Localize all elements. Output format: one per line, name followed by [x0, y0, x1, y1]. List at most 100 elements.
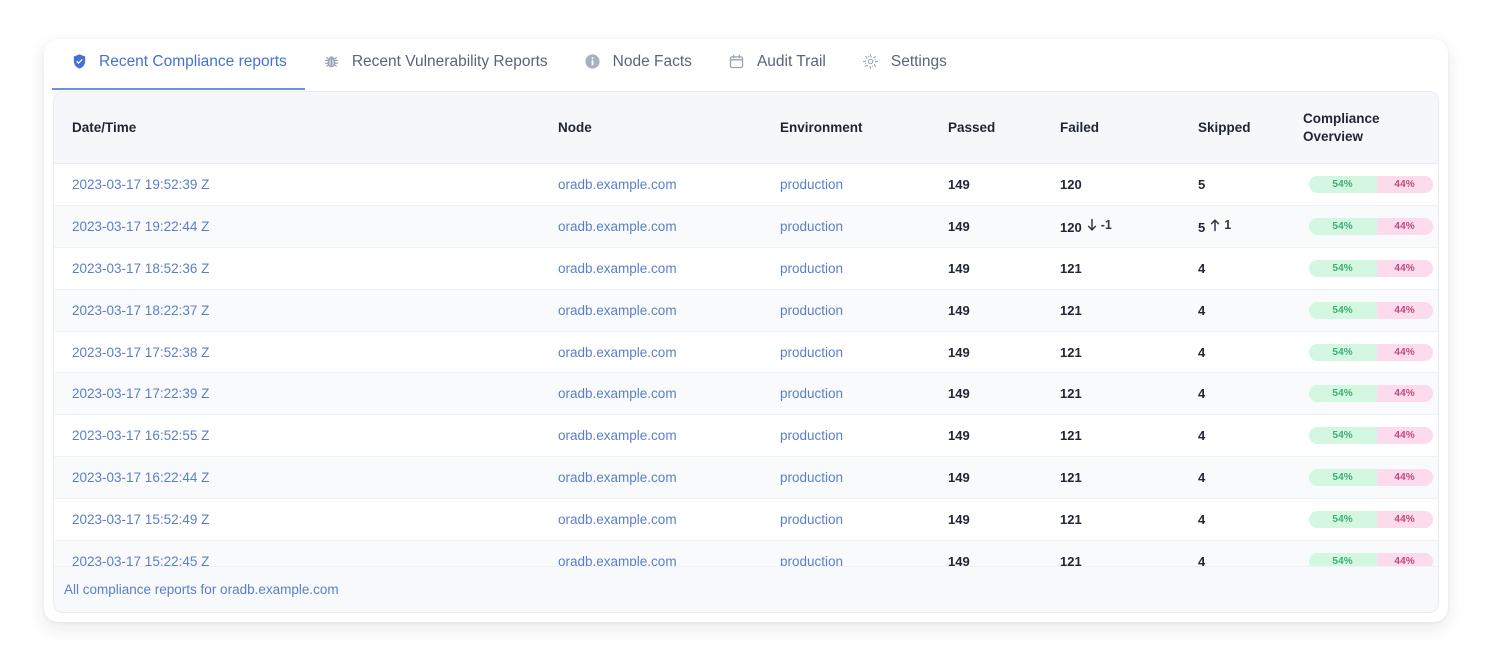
calendar-icon [728, 53, 746, 71]
table-row[interactable]: 2023-03-17 19:52:39 Z oradb.example.com pr… [54, 163, 1438, 207]
compliance-bar[interactable]: 54% 44% [1308, 468, 1433, 486]
col-header-datetime[interactable]: Date/Time [54, 92, 558, 165]
compliance-pass-segment: 54% [1308, 468, 1377, 486]
table-row[interactable]: 2023-03-17 16:22:44 Z oradb.example.com pr… [54, 456, 1438, 499]
cell-compliance-overview: 54% 44% [1303, 414, 1438, 458]
report-datetime-link[interactable]: 2023-03-17 19:22:44 Z [72, 219, 209, 234]
tab-recent-compliance-reports[interactable]: Recent Compliance reports [52, 40, 305, 90]
environment-link[interactable]: production [780, 512, 843, 527]
node-link[interactable]: oradb.example.com [558, 512, 677, 527]
skipped-value: 4 [1198, 511, 1206, 527]
report-datetime-link[interactable]: 2023-03-17 18:22:37 Z [72, 303, 209, 318]
tab-node-facts[interactable]: Node Facts [566, 40, 710, 84]
environment-link[interactable]: production [780, 470, 843, 485]
cell-passed: 149 [948, 414, 1060, 458]
arrow-up-icon [1209, 218, 1221, 232]
compliance-bar[interactable]: 54% 44% [1308, 343, 1433, 361]
table-row[interactable]: 2023-03-17 17:22:39 Z oradb.example.com pr… [54, 372, 1438, 416]
environment-link[interactable]: production [780, 303, 843, 318]
report-datetime-link[interactable]: 2023-03-17 15:52:49 Z [72, 512, 209, 527]
node-link[interactable]: oradb.example.com [558, 428, 677, 443]
skipped-delta: 1 [1209, 218, 1231, 232]
node-link[interactable]: oradb.example.com [558, 261, 677, 276]
report-datetime-link[interactable]: 2023-03-17 18:52:36 Z [72, 261, 209, 276]
col-header-node[interactable]: Node [558, 92, 780, 165]
compliance-bar[interactable]: 54% 44% [1308, 552, 1433, 566]
cell-passed: 149 [948, 372, 1060, 416]
compliance-bar[interactable]: 54% 44% [1308, 301, 1433, 319]
report-datetime-link[interactable]: 2023-03-17 16:22:44 Z [72, 470, 209, 485]
cell-environment: production [780, 289, 948, 332]
environment-link[interactable]: production [780, 554, 843, 567]
cell-failed: 121 [1060, 414, 1198, 458]
failed-value: 121 [1060, 553, 1082, 567]
compliance-bar[interactable]: 54% 44% [1308, 510, 1433, 528]
col-header-compliance-overview[interactable]: Compliance Overview [1303, 92, 1438, 165]
environment-link[interactable]: production [780, 386, 843, 401]
skipped-value: 4 [1198, 553, 1206, 567]
compliance-reports-table: Date/Time Node Environment Passed Failed… [54, 92, 1438, 566]
compliance-bar[interactable]: 54% 44% [1308, 385, 1433, 403]
environment-link[interactable]: production [780, 219, 843, 234]
node-link[interactable]: oradb.example.com [558, 345, 677, 360]
table-row[interactable]: 2023-03-17 15:22:45 Z oradb.example.com pr… [54, 540, 1438, 566]
environment-link[interactable]: production [780, 261, 843, 276]
cell-compliance-overview: 54% 44% [1303, 331, 1438, 374]
failed-value: 121 [1060, 511, 1082, 527]
col-header-failed[interactable]: Failed [1060, 92, 1198, 165]
all-compliance-reports-link[interactable]: All compliance reports for oradb.example… [64, 582, 339, 597]
node-link[interactable]: oradb.example.com [558, 303, 677, 318]
table-header-row: Date/Time Node Environment Passed Failed… [54, 92, 1438, 165]
failed-value: 121 [1060, 386, 1082, 402]
col-header-environment[interactable]: Environment [780, 92, 948, 165]
tab-audit-trail[interactable]: Audit Trail [710, 40, 844, 84]
passed-value: 149 [948, 511, 970, 527]
cell-passed: 149 [948, 456, 1060, 499]
cell-passed: 149 [948, 289, 1060, 332]
col-header-skipped[interactable]: Skipped [1198, 92, 1303, 165]
node-link[interactable]: oradb.example.com [558, 470, 677, 485]
report-datetime-link[interactable]: 2023-03-17 17:52:38 Z [72, 345, 209, 360]
table-row[interactable]: 2023-03-17 15:52:49 Z oradb.example.com pr… [54, 498, 1438, 541]
report-datetime-link[interactable]: 2023-03-17 19:52:39 Z [72, 177, 209, 192]
report-datetime-link[interactable]: 2023-03-17 17:22:39 Z [72, 386, 209, 401]
table-row[interactable]: 2023-03-17 17:52:38 Z oradb.example.com pr… [54, 331, 1438, 374]
cell-passed: 149 [948, 247, 1060, 290]
table-row[interactable]: 2023-03-17 19:22:44 Z oradb.example.com pr… [54, 205, 1438, 249]
tab-recent-vulnerability-reports[interactable]: Recent Vulnerability Reports [305, 40, 566, 84]
cell-datetime: 2023-03-17 18:52:36 Z [54, 247, 558, 290]
tab-label: Settings [890, 52, 947, 70]
compliance-bar[interactable]: 54% 44% [1308, 427, 1433, 445]
cell-failed: 121 [1060, 498, 1198, 541]
col-header-compliance-line2: Overview [1303, 129, 1364, 145]
col-header-passed[interactable]: Passed [948, 92, 1060, 165]
environment-link[interactable]: production [780, 428, 843, 443]
cell-node: oradb.example.com [558, 205, 780, 249]
cell-environment: production [780, 414, 948, 458]
table-row[interactable]: 2023-03-17 16:52:55 Z oradb.example.com pr… [54, 414, 1438, 458]
table-row[interactable]: 2023-03-17 18:52:36 Z oradb.example.com pr… [54, 247, 1438, 290]
compliance-pass-segment: 54% [1308, 218, 1377, 236]
report-datetime-link[interactable]: 2023-03-17 16:52:55 Z [72, 428, 209, 443]
environment-link[interactable]: production [780, 177, 843, 192]
compliance-fail-segment: 44% [1376, 259, 1433, 277]
compliance-bar[interactable]: 54% 44% [1308, 176, 1433, 194]
compliance-bar[interactable]: 54% 44% [1308, 218, 1433, 236]
cell-skipped: 51 [1198, 205, 1303, 249]
failed-value: 121 [1060, 302, 1082, 318]
tab-settings[interactable]: Settings [844, 40, 965, 84]
environment-link[interactable]: production [780, 345, 843, 360]
cell-compliance-overview: 54% 44% [1303, 498, 1438, 541]
cell-compliance-overview: 54% 44% [1303, 372, 1438, 416]
node-link[interactable]: oradb.example.com [558, 219, 677, 234]
failed-value: 121 [1060, 260, 1082, 276]
node-link[interactable]: oradb.example.com [558, 386, 677, 401]
compliance-fail-segment: 44% [1376, 343, 1433, 361]
cell-failed: 120 -1 [1060, 205, 1198, 249]
node-link[interactable]: oradb.example.com [558, 554, 677, 567]
node-link[interactable]: oradb.example.com [558, 177, 677, 192]
cell-node: oradb.example.com [558, 498, 780, 541]
compliance-bar[interactable]: 54% 44% [1308, 259, 1433, 277]
table-row[interactable]: 2023-03-17 18:22:37 Z oradb.example.com pr… [54, 289, 1438, 332]
report-datetime-link[interactable]: 2023-03-17 15:22:45 Z [72, 554, 209, 567]
